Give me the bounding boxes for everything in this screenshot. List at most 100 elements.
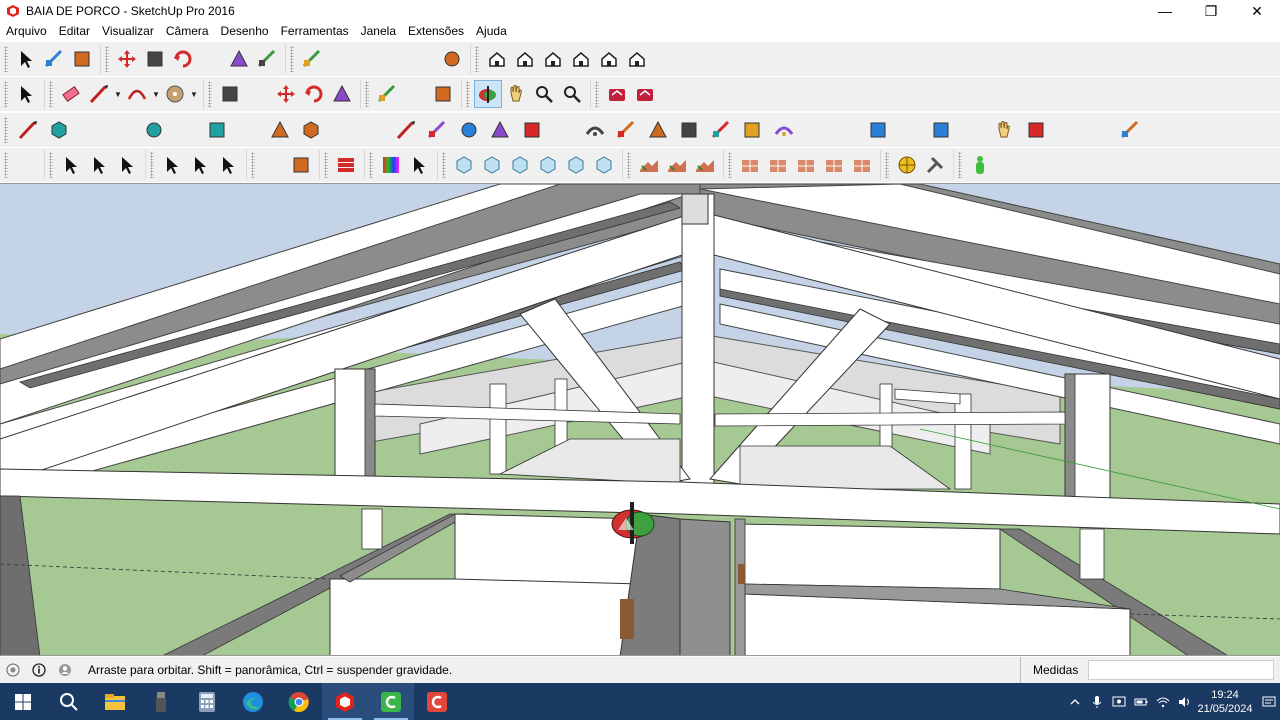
- text-icon[interactable]: undefined: [401, 80, 429, 108]
- blue-select-icon-3[interactable]: [113, 151, 141, 179]
- top-view-icon[interactable]: [511, 45, 539, 73]
- solid-icon-3[interactable]: [506, 151, 534, 179]
- layer-icon[interactable]: [332, 151, 360, 179]
- system-clock[interactable]: 19:24 21/05/2024: [1196, 688, 1254, 716]
- push-pull-icon[interactable]: [216, 80, 244, 108]
- arc-icon[interactable]: [123, 80, 151, 108]
- lattice-icon[interactable]: [516, 116, 548, 144]
- minimize-button[interactable]: —: [1142, 0, 1188, 22]
- terrain-icon-2[interactable]: [764, 151, 792, 179]
- push-pull-icon[interactable]: [141, 45, 169, 73]
- slice-icon[interactable]: [768, 116, 800, 144]
- menu-camera[interactable]: Câmera: [160, 24, 215, 38]
- edge-icon[interactable]: [230, 683, 276, 720]
- info-icon[interactable]: [32, 663, 46, 677]
- curve-icon[interactable]: [201, 116, 233, 144]
- toolbar-grip[interactable]: [324, 152, 328, 178]
- toolbar-grip[interactable]: [105, 46, 109, 72]
- close-button[interactable]: ✕: [1234, 0, 1280, 22]
- back-view-icon[interactable]: [595, 45, 623, 73]
- tools-icon[interactable]: [921, 151, 949, 179]
- zoom-icon[interactable]: [530, 80, 558, 108]
- scale-icon[interactable]: [328, 80, 356, 108]
- iso-view-icon[interactable]: [483, 45, 511, 73]
- cut-icon[interactable]: [485, 116, 517, 144]
- wifi-icon[interactable]: [1152, 683, 1174, 720]
- offset-line-icon[interactable]: [390, 116, 422, 144]
- fold-icon[interactable]: [611, 116, 643, 144]
- pan-icon[interactable]: [502, 80, 530, 108]
- menu-ferramentas[interactable]: Ferramentas: [275, 24, 355, 38]
- blue-select-icon-4[interactable]: [158, 151, 186, 179]
- dimension-icon[interactable]: undefined: [326, 45, 354, 73]
- chevron-down-icon[interactable]: ▼: [189, 90, 199, 99]
- select-icon[interactable]: [12, 80, 40, 108]
- orbit-icon[interactable]: [474, 80, 502, 108]
- grid-icon[interactable]: [1020, 116, 1052, 144]
- tape-measure-icon[interactable]: [373, 80, 401, 108]
- style-icon[interactable]: [287, 151, 315, 179]
- line-icon[interactable]: [85, 80, 113, 108]
- section-plane-icon[interactable]: undefined: [12, 151, 40, 179]
- extrude-icon[interactable]: [926, 116, 958, 144]
- calculator-icon[interactable]: [184, 683, 230, 720]
- toolbar-grip[interactable]: [475, 46, 479, 72]
- tape-measure-icon[interactable]: [298, 45, 326, 73]
- trim-icon[interactable]: undefined: [107, 116, 139, 144]
- circle-icon[interactable]: [161, 80, 189, 108]
- paint-bucket-icon[interactable]: [429, 80, 457, 108]
- move-icon[interactable]: [113, 45, 141, 73]
- menu-visualizar[interactable]: Visualizar: [96, 24, 160, 38]
- chrome-icon[interactable]: [276, 683, 322, 720]
- toolbar-grip[interactable]: [885, 152, 889, 178]
- toolbar-grip[interactable]: [728, 152, 732, 178]
- toolbar-grip[interactable]: [595, 81, 599, 107]
- person-icon[interactable]: [966, 151, 994, 179]
- microphone-icon[interactable]: [1086, 683, 1108, 720]
- file-explorer-icon[interactable]: [92, 683, 138, 720]
- 3d-text-icon[interactable]: [438, 45, 466, 73]
- extension-warehouse-icon[interactable]: [631, 80, 659, 108]
- spiral-icon[interactable]: undefined: [1083, 116, 1115, 144]
- rotate-icon[interactable]: [169, 45, 197, 73]
- shade-icon[interactable]: [863, 116, 895, 144]
- array-icon[interactable]: undefined: [548, 116, 580, 144]
- twist-icon[interactable]: undefined: [957, 116, 989, 144]
- solid-icon-4[interactable]: [534, 151, 562, 179]
- menu-arquivo[interactable]: Arquivo: [0, 24, 53, 38]
- stair-icon[interactable]: undefined: [831, 116, 863, 144]
- hatch-icon[interactable]: undefined: [1052, 116, 1084, 144]
- battery-icon[interactable]: [1130, 683, 1152, 720]
- component-icon[interactable]: [40, 45, 68, 73]
- hex-icon[interactable]: undefined: [1146, 116, 1178, 144]
- geo-location-icon[interactable]: [6, 663, 20, 677]
- stack-icon[interactable]: [674, 116, 706, 144]
- toolbar-grip[interactable]: [4, 117, 8, 143]
- select-arrow-icon[interactable]: [405, 151, 433, 179]
- scale-icon[interactable]: [225, 45, 253, 73]
- polyline-icon[interactable]: [12, 116, 44, 144]
- terrain-icon-4[interactable]: [820, 151, 848, 179]
- toolbar-grip[interactable]: [251, 152, 255, 178]
- sun-icon[interactable]: undefined: [259, 151, 287, 179]
- paint-bucket-icon[interactable]: [68, 45, 96, 73]
- box-icon[interactable]: undefined: [170, 116, 202, 144]
- terrain-icon-1[interactable]: [736, 151, 764, 179]
- left-view-icon[interactable]: [623, 45, 651, 73]
- toolbar-grip[interactable]: [466, 81, 470, 107]
- select-icon[interactable]: [12, 45, 40, 73]
- stretch-icon[interactable]: [453, 116, 485, 144]
- offset-icon[interactable]: [253, 45, 281, 73]
- terrain-icon-5[interactable]: [848, 151, 876, 179]
- blue-select-icon-6[interactable]: [214, 151, 242, 179]
- eraser-icon[interactable]: [57, 80, 85, 108]
- corner-icon[interactable]: undefined: [327, 116, 359, 144]
- toolbar-grip[interactable]: [958, 152, 962, 178]
- terrain-icon-3[interactable]: [792, 151, 820, 179]
- camtasia-green-icon[interactable]: [368, 683, 414, 720]
- bend-icon[interactable]: [296, 116, 328, 144]
- camtasia-red-icon[interactable]: [414, 683, 460, 720]
- blue-select-icon-1[interactable]: [57, 151, 85, 179]
- start-icon[interactable]: [0, 683, 46, 720]
- fillet-icon[interactable]: undefined: [75, 116, 107, 144]
